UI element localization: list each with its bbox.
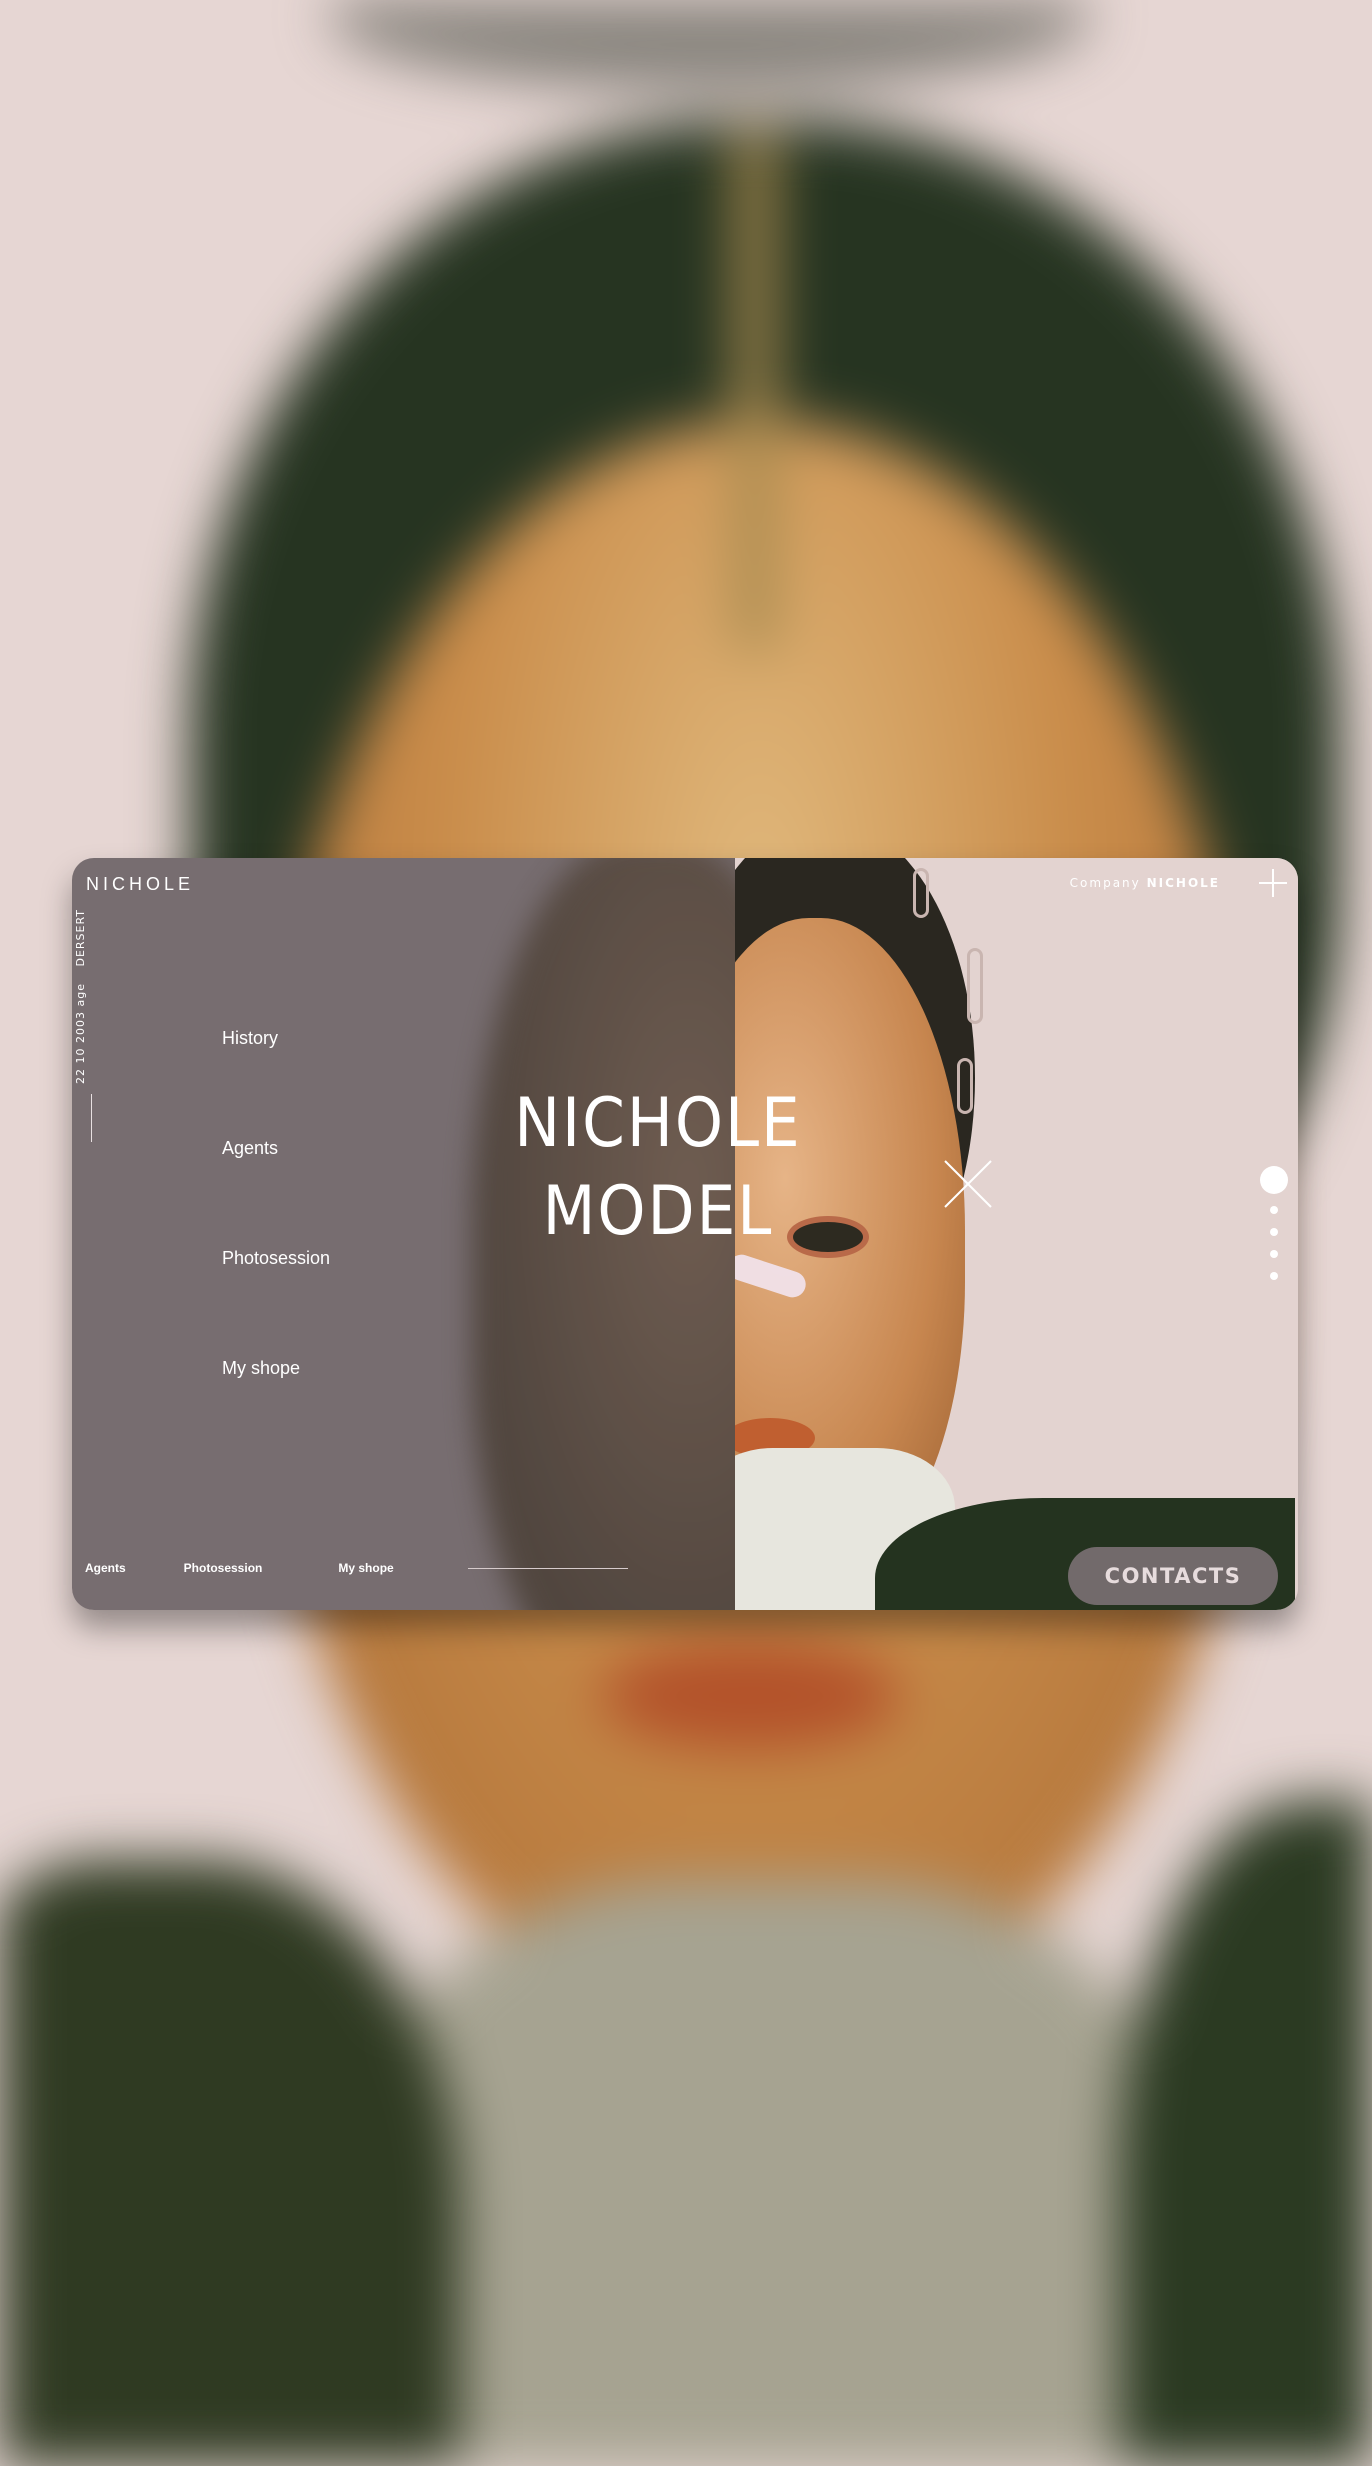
hero-title-line2: MODEL <box>542 1172 774 1251</box>
pagination-dot[interactable] <box>1270 1206 1278 1214</box>
plus-icon[interactable] <box>1258 868 1288 898</box>
pagination-dot[interactable] <box>1270 1228 1278 1236</box>
bottom-nav-divider <box>467 1567 628 1569</box>
company-word: Company <box>1069 876 1141 890</box>
bottom-nav-my-shope[interactable]: My shope <box>338 1561 393 1575</box>
bottom-nav: Agents Photosession My shope <box>85 1561 628 1575</box>
main-menu: History Agents Photosession My shope <box>222 1028 330 1468</box>
pagination-dot[interactable] <box>1270 1250 1278 1258</box>
vertical-info: 22 10 2003 age DERSERT <box>74 904 87 1084</box>
company-label: Company NICHOLE <box>1070 876 1220 890</box>
model-card: NICHOLE 22 10 2003 age DERSERT History A… <box>72 858 1298 1610</box>
hero-title-line1: NICHOLE <box>514 1084 802 1163</box>
company-name: NICHOLE <box>1146 876 1220 890</box>
origin-text: DERSERT <box>74 908 87 967</box>
contacts-button[interactable]: CONTACTS <box>1068 1547 1278 1605</box>
bottom-nav-agents[interactable]: Agents <box>85 1561 126 1575</box>
menu-item-my-shope[interactable]: My shope <box>222 1358 330 1468</box>
logo[interactable]: NICHOLE <box>86 874 194 895</box>
bottom-nav-photosession[interactable]: Photosession <box>184 1561 263 1575</box>
vertical-divider <box>91 1094 92 1142</box>
menu-item-photosession[interactable]: Photosession <box>222 1248 330 1358</box>
pagination-dot[interactable] <box>1270 1272 1278 1280</box>
close-icon[interactable] <box>942 1158 994 1210</box>
pagination-dot-active[interactable] <box>1260 1166 1288 1194</box>
hero-title: NICHOLE MODEL <box>458 1080 858 1256</box>
birth-text: 22 10 2003 age <box>74 983 87 1084</box>
menu-item-history[interactable]: History <box>222 1028 330 1138</box>
pagination-dots <box>1260 1166 1288 1294</box>
menu-item-agents[interactable]: Agents <box>222 1138 330 1248</box>
